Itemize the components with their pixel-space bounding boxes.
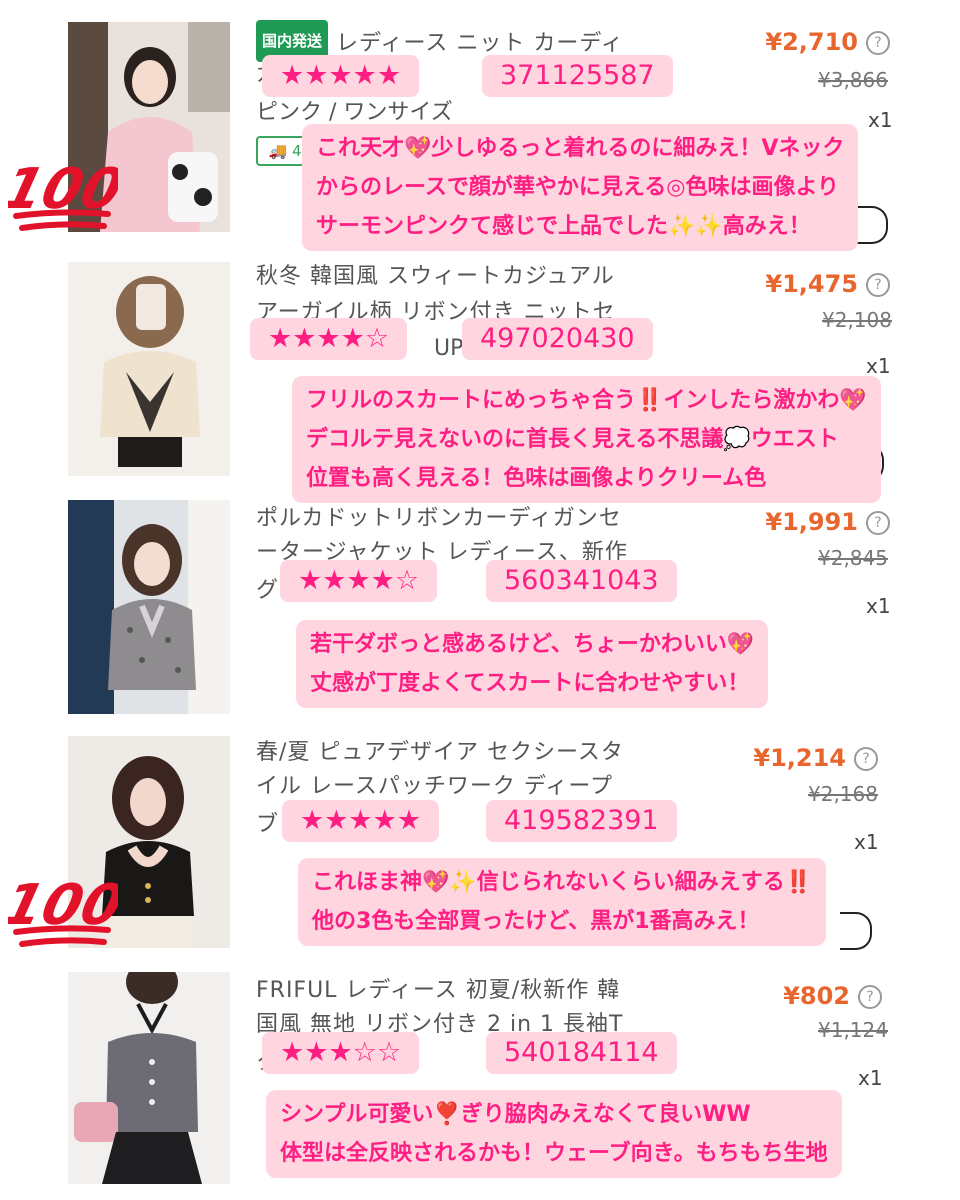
rating-stars-5: ★★★☆☆ bbox=[262, 1032, 420, 1074]
product-title-5-line1[interactable]: FRIFUL レディース 初夏/秋新作 韓 bbox=[256, 972, 666, 1010]
quantity-5[interactable]: x1 bbox=[858, 1066, 883, 1090]
product-code-5: 540184114 bbox=[486, 1032, 677, 1074]
cart-item-5: FRIFUL レディース 初夏/秋新作 韓 国風 無地 リボン付き 2 in 1… bbox=[0, 0, 960, 1200]
review-comment-5-line2: 体型は全反映されるかも！ウェーブ向き。もちもち生地 bbox=[280, 1141, 828, 1166]
original-price-5: ¥1,124 bbox=[818, 1018, 888, 1042]
price-5: ¥802? bbox=[783, 982, 882, 1010]
help-circle-icon[interactable]: ? bbox=[858, 985, 882, 1009]
review-comment-5: シンプル可愛い❣️ぎり脇肉みえなくて良いWW 体型は全反映されるかも！ウェーブ向… bbox=[266, 1090, 842, 1178]
product-thumbnail-5[interactable] bbox=[68, 972, 230, 1184]
product-photo-5 bbox=[68, 972, 230, 1184]
price-5-value: ¥802 bbox=[783, 982, 850, 1010]
review-comment-5-line1: シンプル可愛い❣️ぎり脇肉みえなくて良いWW bbox=[280, 1102, 751, 1127]
